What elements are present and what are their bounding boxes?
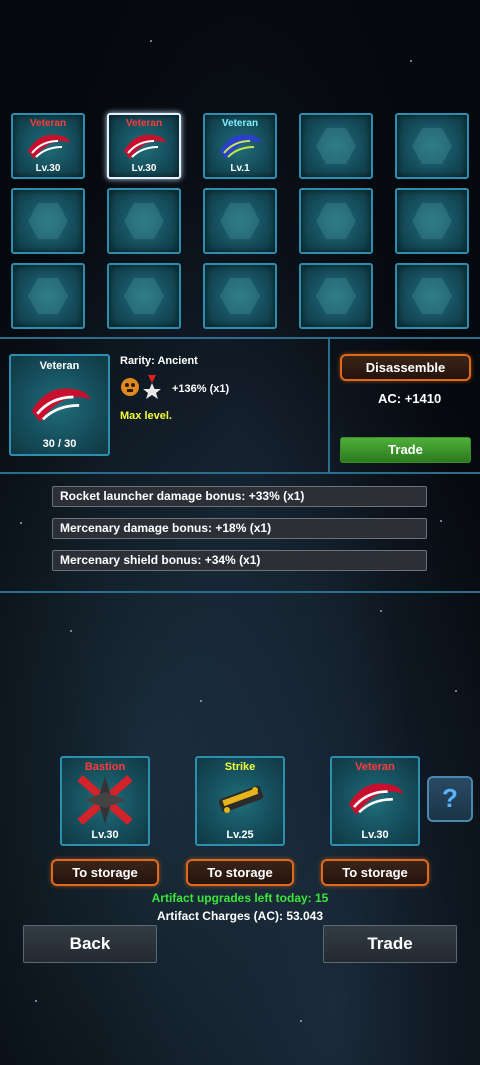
upgrades-left-label: Artifact upgrades left today: 15 [151,891,329,905]
inventory-slot-empty[interactable] [299,263,373,329]
inventory-slot-empty[interactable] [107,263,181,329]
equipped-name: Veteran [355,761,395,773]
max-level-label: Max level. [120,410,172,422]
ac-value: AC: +1410 [378,391,442,406]
slot-level: Lv.30 [35,163,61,174]
inventory-slot-empty[interactable] [107,188,181,254]
inventory-slot-empty[interactable] [203,188,277,254]
inventory-slot-empty[interactable] [203,263,277,329]
divider [328,339,330,472]
equipped-level: Lv.25 [226,829,254,841]
slot-name: Veteran [221,118,259,129]
slot-level: Lv.30 [131,163,157,174]
bonus-row: Mercenary shield bonus: +34% (x1) [52,550,427,571]
veteran-artifact-icon [124,134,166,159]
equipped-slot-2[interactable]: Strike Lv.25 [195,756,285,846]
inventory-slot-empty[interactable] [299,188,373,254]
slot-name: Veteran [125,118,163,129]
artifact-charges-label: Artifact Charges (AC): 53.043 [156,909,324,923]
skull-bonus-icon [121,378,139,396]
to-storage-button-1[interactable]: To storage [51,859,159,886]
bastion-artifact-icon [77,774,133,826]
equipped-level: Lv.30 [361,829,389,841]
disassemble-button[interactable]: Disassemble [340,354,471,381]
back-button[interactable]: Back [23,925,157,963]
equipped-slot-3[interactable]: Veteran Lv.30 [330,756,420,846]
bonus-summary: +136% (x1) [172,383,230,395]
help-button[interactable]: ? [427,776,473,822]
divider [0,591,480,593]
medal-bonus-icon [143,375,161,399]
inventory-slot-empty[interactable] [395,263,469,329]
inventory-slot-1[interactable]: Veteran Lv.30 [11,113,85,179]
veteran-artifact-icon [220,134,262,159]
to-storage-button-3[interactable]: To storage [321,859,429,886]
bonus-row: Mercenary damage bonus: +18% (x1) [52,518,427,539]
veteran-artifact-icon [28,134,70,159]
inventory-slot-empty[interactable] [11,188,85,254]
inventory-slot-empty[interactable] [299,113,373,179]
veteran-artifact-icon [348,783,404,815]
equipped-level: Lv.30 [91,829,119,841]
divider [0,337,480,339]
slot-name: Veteran [29,118,67,129]
selected-artifact-card: Veteran 30 / 30 [9,354,110,456]
divider [0,472,480,474]
selected-artifact-progress: 30 / 30 [42,438,77,450]
inventory-slot-empty[interactable] [395,113,469,179]
inventory-slot-empty[interactable] [11,263,85,329]
veteran-artifact-icon [31,388,91,423]
inventory-slot-2[interactable]: Veteran Lv.30 [107,113,181,179]
inventory-slot-3[interactable]: Veteran Lv.1 [203,113,277,179]
bonus-row: Rocket launcher damage bonus: +33% (x1) [52,486,427,507]
inventory-slot-empty[interactable] [395,188,469,254]
slot-level: Lv.1 [230,163,250,174]
selected-artifact-name: Veteran [39,360,80,372]
trade-button[interactable]: Trade [323,925,457,963]
equipped-name: Strike [224,761,256,773]
to-storage-button-2[interactable]: To storage [186,859,294,886]
strike-artifact-icon [218,785,264,813]
trade-item-button[interactable]: Trade [340,437,471,463]
equipped-slot-1[interactable]: Bastion Lv.30 [60,756,150,846]
rarity-label: Rarity: Ancient [120,355,198,367]
